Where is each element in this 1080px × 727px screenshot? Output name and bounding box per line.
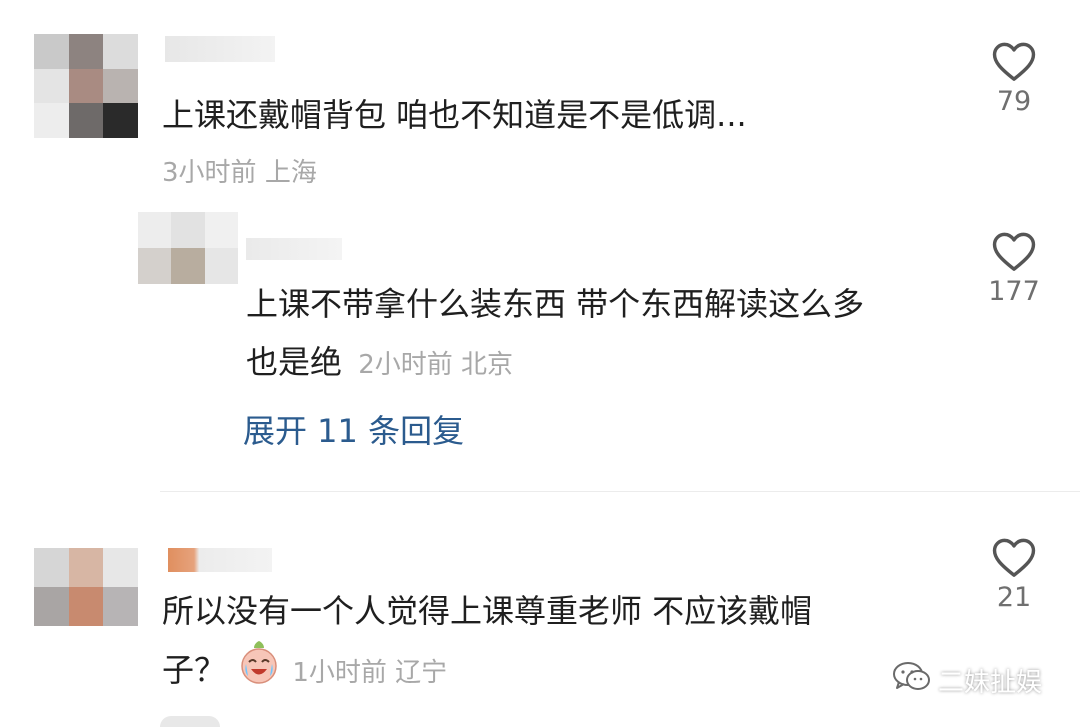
avatar[interactable] — [34, 34, 138, 138]
heart-outline-icon — [991, 230, 1037, 272]
heart-outline-icon — [991, 40, 1037, 82]
reply-username-blurred[interactable] — [246, 238, 342, 260]
like-count: 21 — [996, 582, 1032, 613]
username-blurred[interactable] — [168, 548, 272, 572]
comment-meta: 1小时前 辽宁 — [292, 658, 447, 688]
comment-body: 上课还戴帽背包 咱也不知道是不是低调... — [162, 96, 747, 134]
comment-text: 所以没有一个人觉得上课尊重老师 不应该戴帽 子？ 1小时前 辽宁 — [162, 582, 812, 704]
comment-body-line1: 所以没有一个人觉得上课尊重老师 不应该戴帽 — [162, 592, 813, 630]
like-count: 177 — [988, 276, 1040, 307]
comment-text: 上课还戴帽背包 咱也不知道是不是低调... — [162, 86, 747, 144]
reply-body-line2-text: 也是绝 — [246, 343, 343, 381]
crying-laughing-emoji-icon — [236, 640, 282, 704]
reply-time: 2小时前 — [358, 350, 453, 380]
wechat-icon — [892, 660, 932, 701]
reply-avatar[interactable] — [138, 212, 238, 284]
comment-location: 辽宁 — [395, 658, 448, 688]
comment-location: 上海 — [264, 158, 317, 188]
reply-body-line2: 也是绝 2小时前 北京 — [246, 333, 864, 394]
username-blurred[interactable] — [165, 36, 275, 62]
expand-replies-link[interactable]: 展开 11 条回复 — [243, 406, 464, 452]
like-count: 79 — [996, 86, 1032, 117]
reply-meta: 2小时前 北京 — [358, 350, 513, 380]
like-button[interactable]: 79 — [982, 40, 1046, 117]
divider — [160, 491, 1080, 492]
comment-body-line2: 子？ 1小时前 辽宁 — [162, 640, 812, 704]
comment-body-line2-text: 子？ — [162, 651, 227, 689]
comment-time: 1小时前 — [292, 658, 387, 688]
reply-like-button[interactable]: 177 — [982, 230, 1046, 307]
watermark: 二妹扯娱 — [892, 660, 1042, 701]
heart-outline-icon — [991, 536, 1037, 578]
reply-location: 北京 — [461, 350, 514, 380]
next-avatar-partial — [160, 716, 220, 727]
comment-meta: 3小时前 上海 — [162, 152, 317, 189]
reply-body-line1: 上课不带拿什么装东西 带个东西解读这么多 — [246, 285, 865, 323]
comment-time: 3小时前 — [162, 158, 257, 188]
watermark-text: 二妹扯娱 — [938, 668, 1043, 698]
like-button[interactable]: 21 — [982, 536, 1046, 613]
reply-text: 上课不带拿什么装东西 带个东西解读这么多 也是绝 2小时前 北京 — [246, 275, 864, 394]
avatar[interactable] — [34, 548, 138, 626]
